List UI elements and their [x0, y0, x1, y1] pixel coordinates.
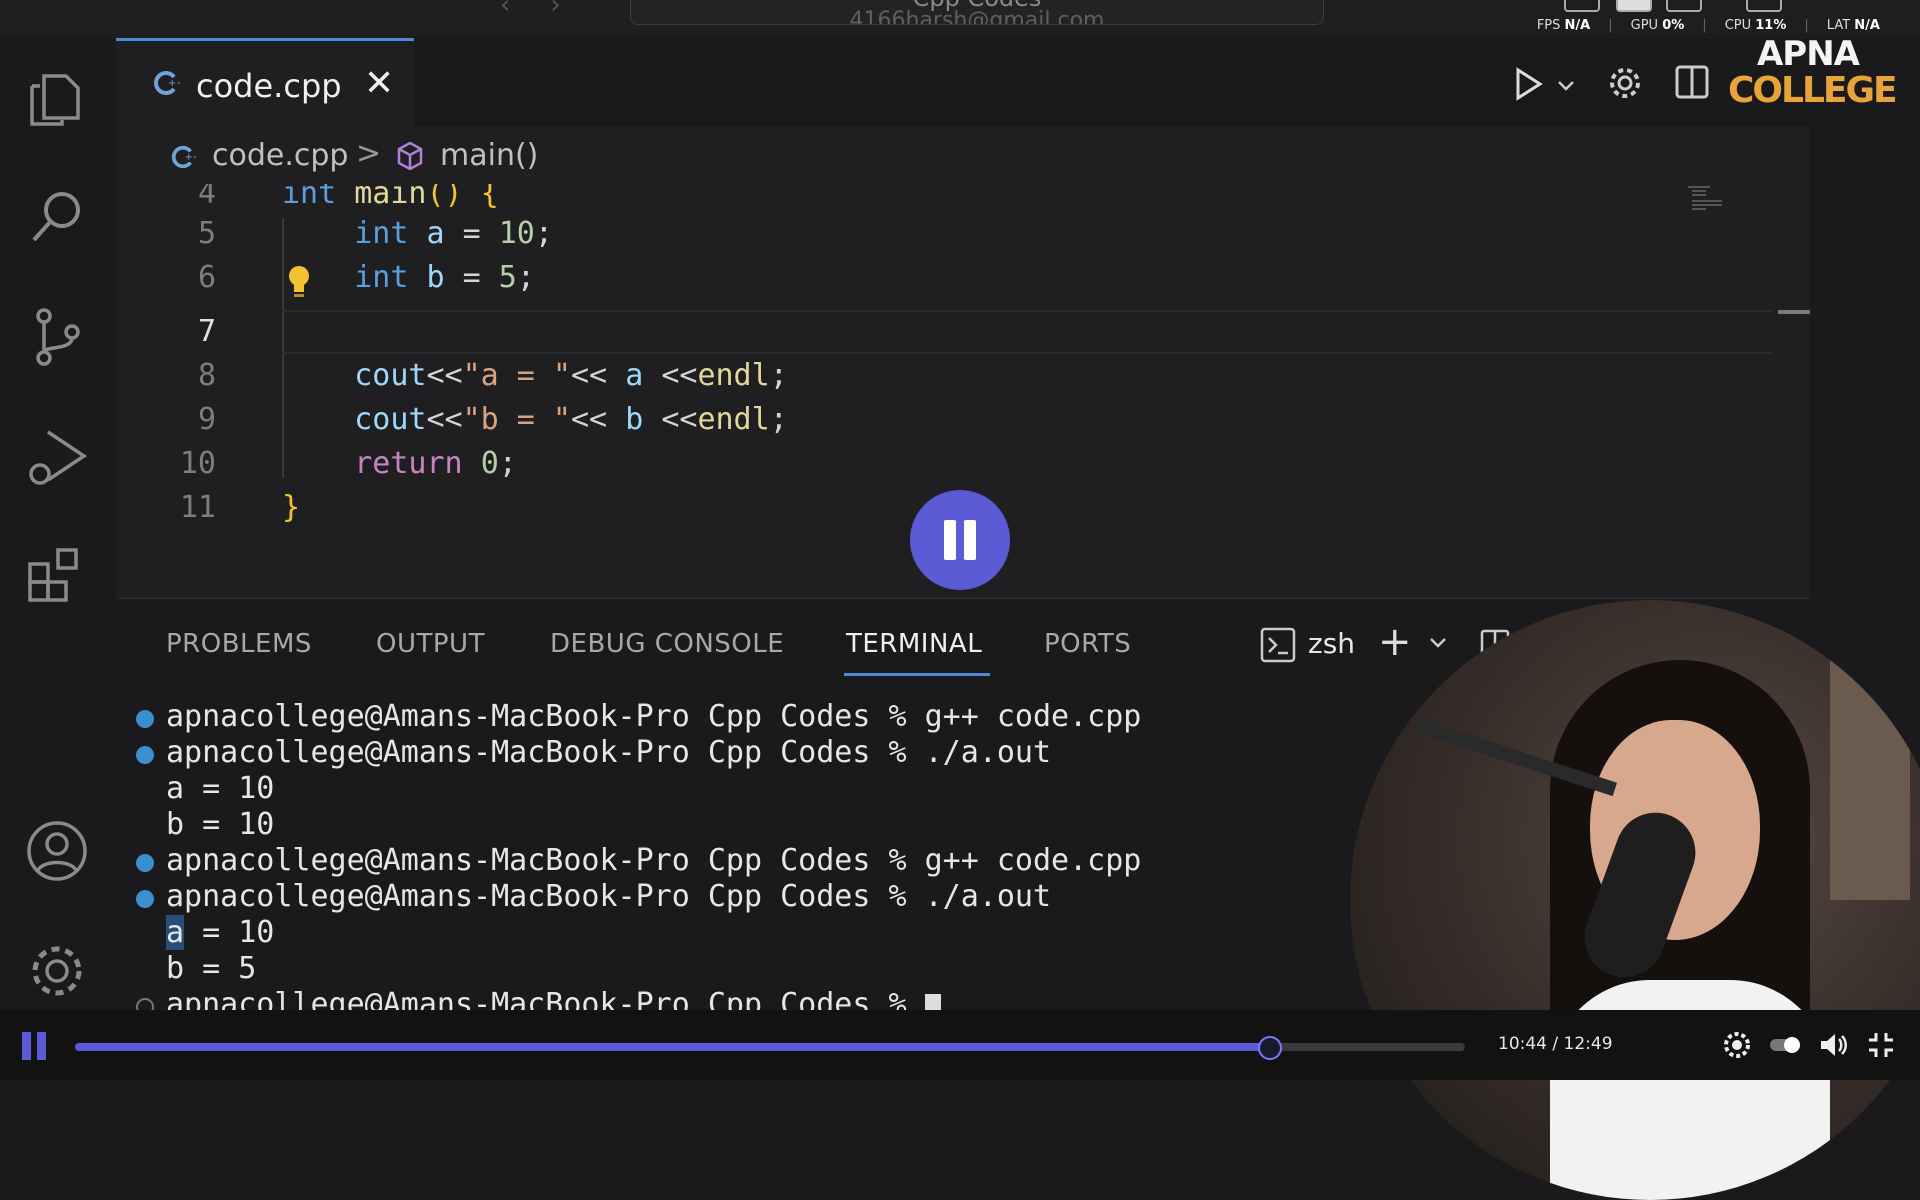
terminal-name[interactable]: zsh: [1308, 627, 1355, 660]
fullscreen-exit-icon[interactable]: [1866, 1030, 1896, 1060]
search-icon[interactable]: [24, 184, 90, 250]
activity-bar: [0, 38, 116, 1010]
cpp-file-icon: ++: [171, 145, 196, 169]
code-line[interactable]: 6 int b = 5;: [116, 256, 1666, 300]
run-icon[interactable]: [1510, 66, 1546, 102]
chevron-down-icon[interactable]: [1428, 633, 1448, 653]
terminal-line: a = 10: [166, 771, 275, 806]
chevron-down-icon[interactable]: [1556, 76, 1576, 96]
symbol-method-icon: [397, 141, 423, 171]
code-line[interactable]: 5 int a = 10;: [116, 212, 1666, 256]
lightbulb-icon[interactable]: [286, 264, 312, 300]
svg-text:++: ++: [168, 78, 180, 89]
minimap[interactable]: [1664, 184, 1764, 244]
tab-ports[interactable]: PORTS: [1044, 629, 1131, 659]
pause-icon[interactable]: [22, 1032, 48, 1060]
terminal-line: apnacollege@Amans-MacBook-Pro Cpp Codes …: [166, 735, 1052, 770]
code-line[interactable]: 7: [116, 310, 1666, 354]
volume-icon[interactable]: [1818, 1030, 1848, 1060]
presenter-webcam: [1350, 600, 1920, 1200]
tab-debug-console[interactable]: DEBUG CONSOLE: [550, 629, 784, 659]
account-email: 4166harsh@gmail.com: [849, 8, 1105, 25]
command-success-dot: [136, 890, 154, 908]
code-line[interactable]: 10 return 0;: [116, 442, 1666, 486]
apna-college-logo: APNA COLLEGE: [1728, 34, 1898, 111]
settings-gear-icon[interactable]: [1722, 1030, 1752, 1060]
run-debug-icon[interactable]: [24, 424, 90, 490]
command-center[interactable]: Cpp Codes 4166harsh@gmail.com: [630, 0, 1324, 25]
source-control-icon[interactable]: [24, 304, 90, 370]
video-controls: 10:44 / 12:49: [0, 1010, 1920, 1080]
command-success-dot: [136, 854, 154, 872]
settings-gear-icon[interactable]: [24, 938, 90, 1004]
title-bar: ‹› Cpp Codes 4166harsh@gmail.com FPS N/A…: [0, 0, 1920, 38]
cpp-file-icon: ++: [154, 71, 180, 95]
explorer-icon[interactable]: [24, 66, 90, 132]
layout-secondary-icon[interactable]: [1666, 0, 1702, 12]
tab-terminal[interactable]: TERMINAL: [846, 629, 982, 659]
active-tab-indicator: [844, 673, 990, 676]
breadcrumb: ++ code.cpp > main(): [116, 126, 1810, 184]
close-icon[interactable]: ✕: [364, 63, 394, 104]
terminal-icon[interactable]: [1260, 627, 1296, 663]
pause-overlay-button[interactable]: [910, 490, 1010, 590]
tab-label: code.cpp: [196, 67, 342, 105]
extensions-icon[interactable]: [24, 542, 90, 608]
tab-output[interactable]: OUTPUT: [376, 629, 485, 659]
layout-panel-icon[interactable]: [1616, 0, 1652, 12]
breadcrumb-separator: >: [356, 136, 382, 171]
code-line[interactable]: 8 cout<<"a = "<< a <<endl;: [116, 354, 1666, 398]
terminal-line: apnacollege@Amans-MacBook-Pro Cpp Codes …: [166, 699, 1142, 734]
terminal-line: a = 10: [166, 915, 275, 950]
terminal-line: apnacollege@Amans-MacBook-Pro Cpp Codes …: [166, 843, 1142, 878]
terminal-line: b = 5: [166, 951, 257, 986]
split-editor-icon[interactable]: [1674, 64, 1710, 100]
progress-handle[interactable]: [1258, 1036, 1282, 1060]
command-success-dot: [136, 746, 154, 764]
tab-code-cpp[interactable]: ++ code.cpp ✕: [116, 38, 414, 126]
performance-stats: FPS N/A | GPU 0% | CPU 11% | LAT N/A: [1536, 18, 1880, 33]
terminal-line: b = 10: [166, 807, 275, 842]
video-time: 10:44 / 12:49: [1498, 1034, 1613, 1054]
account-icon[interactable]: [24, 818, 90, 884]
autoplay-toggle-icon[interactable]: [1768, 1030, 1804, 1060]
layout-sidebar-icon[interactable]: [1564, 0, 1600, 12]
progress-fill: [75, 1043, 1269, 1051]
scrollbar-marker[interactable]: [1778, 310, 1810, 314]
svg-text:++: ++: [185, 152, 196, 163]
code-line[interactable]: 9 cout<<"b = "<< b <<endl;: [116, 398, 1666, 442]
nav-arrows[interactable]: ‹›: [500, 0, 601, 20]
add-terminal-icon[interactable]: +: [1378, 619, 1412, 665]
gear-icon[interactable]: [1606, 64, 1644, 102]
text-selection: a: [166, 915, 185, 950]
command-success-dot: [136, 710, 154, 728]
breadcrumb-symbol[interactable]: main(): [440, 138, 538, 173]
breadcrumb-file[interactable]: code.cpp: [212, 138, 348, 173]
terminal-line: apnacollege@Amans-MacBook-Pro Cpp Codes …: [166, 879, 1052, 914]
layout-customize-icon[interactable]: [1746, 0, 1782, 12]
tab-problems[interactable]: PROBLEMS: [166, 629, 312, 659]
code-line[interactable]: 11 }: [116, 486, 1666, 530]
progress-bar[interactable]: [75, 1036, 1465, 1060]
